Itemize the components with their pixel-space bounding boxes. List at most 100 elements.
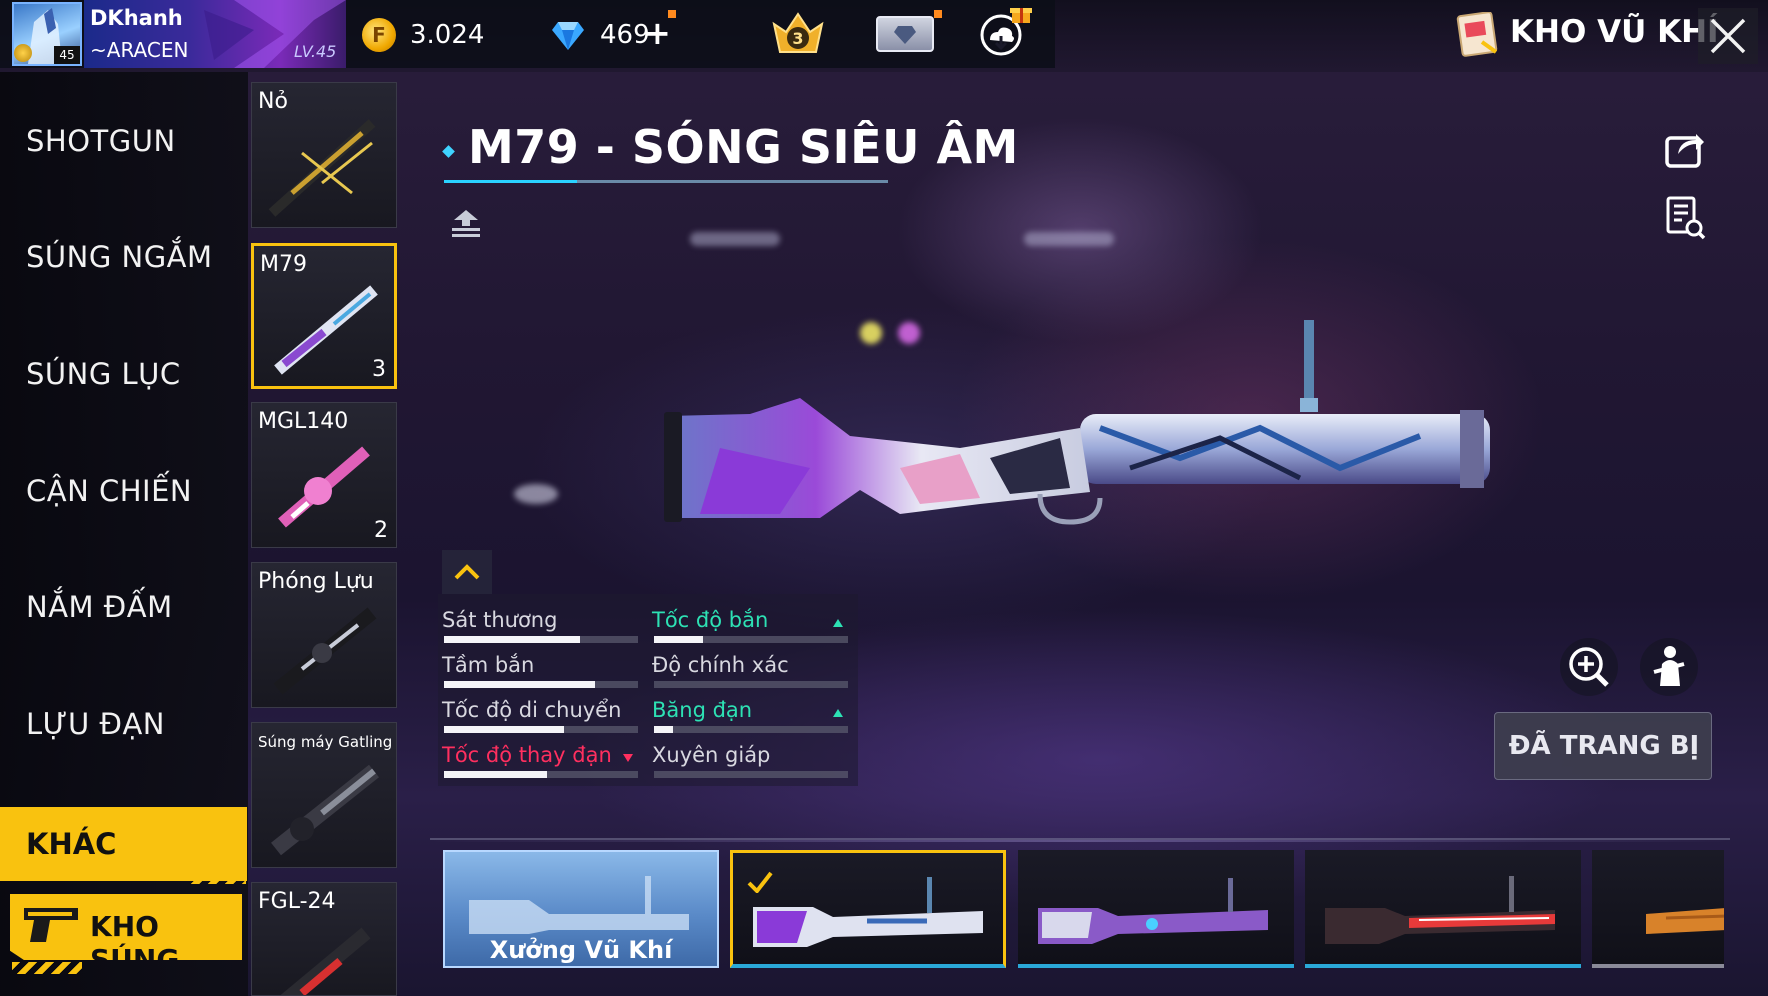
stat-label: Độ chính xác	[652, 653, 789, 677]
elite-pass-icon[interactable]	[876, 16, 934, 52]
player-name: DKhanh	[90, 6, 183, 30]
weapon-type-crossbow[interactable]: Nỏ	[251, 82, 397, 228]
stat-bar	[444, 771, 638, 778]
m79-skin-wood-icon	[1646, 908, 1724, 934]
hazard-stripe	[12, 962, 82, 974]
share-icon[interactable]	[1664, 128, 1706, 168]
stat-3: Độ chính xác	[648, 651, 848, 691]
weapon-type-fgl24[interactable]: FGL-24	[251, 882, 397, 996]
weapon-type-label: MGL140	[258, 409, 349, 434]
weapon-workshop-label: Xưởng Vũ Khí	[489, 936, 673, 964]
stat-1: Tốc độ bắn	[648, 606, 848, 646]
upgrade-icon[interactable]	[448, 206, 484, 242]
category-other-label: KHÁC	[26, 827, 117, 861]
gatling-icon	[271, 764, 379, 856]
workshop-weapon-silhouette-icon	[469, 876, 689, 934]
stat-decrease-icon	[623, 754, 633, 762]
weapon-preview[interactable]	[660, 318, 1520, 558]
stat-bar-fill	[444, 726, 565, 733]
stat-5: Băng đạn	[648, 696, 848, 736]
category-pistol[interactable]: SÚNG LỤC	[26, 357, 181, 391]
avatar-level: 45	[54, 46, 80, 64]
stat-0: Sát thương	[438, 606, 638, 646]
diamond-card-icon	[894, 26, 916, 44]
floor-line	[430, 840, 1730, 842]
category-melee[interactable]: CẬN CHIẾN	[26, 474, 192, 508]
diamond-amount: 469	[600, 20, 650, 50]
stat-label: Băng đạn	[652, 698, 753, 722]
collapse-stats-button[interactable]	[442, 550, 492, 594]
weapon-workshop-button[interactable]: Xưởng Vũ Khí	[443, 850, 719, 968]
avatar-badge-icon	[14, 44, 32, 62]
checkmark-icon	[747, 871, 773, 893]
stat-bar	[654, 771, 848, 778]
category-fist[interactable]: NẮM ĐẤM	[26, 590, 173, 624]
skin-option[interactable]	[1018, 850, 1294, 968]
pistol-icon	[24, 908, 78, 942]
weapon-type-label: Phóng Lựu	[258, 569, 374, 594]
skin-option[interactable]	[1305, 850, 1581, 968]
zoom-button[interactable]	[1560, 638, 1618, 696]
skin-option[interactable]	[1592, 850, 1724, 968]
gun-storage-button[interactable]: KHO SÚNG	[10, 894, 242, 960]
stat-label: Tốc độ bắn	[652, 608, 769, 632]
gift-icon	[1010, 8, 1032, 23]
stat-4: Tốc độ di chuyển	[438, 696, 638, 736]
stat-bar-fill	[444, 771, 547, 778]
player-tag: ~ARACEN	[90, 38, 189, 62]
skin-carousel-divider	[430, 838, 1730, 840]
weapon-type-m79[interactable]: M79 3	[251, 243, 397, 389]
weapon-type-gatling[interactable]: Súng máy Gatling	[251, 722, 397, 868]
stat-label: Xuyên giáp	[652, 743, 771, 767]
skin-option-selected[interactable]	[730, 850, 1006, 968]
stat-label: Tốc độ di chuyển	[442, 698, 622, 722]
weapon-type-mgl140[interactable]: MGL140 2	[251, 402, 397, 548]
weapon-title: M79 - SÓNG SIÊU ÂM	[468, 120, 1019, 174]
ceiling-light	[1024, 232, 1114, 246]
stat-bar-fill	[444, 681, 596, 688]
weapon-type-grenade-launcher[interactable]: Phóng Lựu	[251, 562, 397, 708]
rank-badge-icon[interactable]: 3	[770, 10, 826, 60]
crossbow-icon	[268, 119, 376, 217]
stat-bar-fill	[654, 636, 703, 643]
fgl24-icon	[280, 927, 371, 995]
topup-button[interactable]: +	[644, 14, 671, 52]
character-icon	[1653, 646, 1685, 686]
stat-bar-fill	[444, 636, 580, 643]
arsenal-book-icon	[1456, 12, 1498, 57]
stat-increase-icon	[833, 619, 843, 627]
page-title: KHO VŨ KHÍ	[1510, 14, 1719, 50]
character-preview-button[interactable]	[1640, 638, 1698, 696]
hazard-stripe	[186, 872, 246, 884]
diamond-icon	[552, 22, 584, 50]
category-other[interactable]: KHÁC	[0, 807, 247, 881]
category-grenade[interactable]: LỰU ĐẠN	[26, 707, 165, 741]
stat-6: Tốc độ thay đạn	[438, 741, 638, 781]
stat-bar	[444, 726, 638, 733]
stat-label: Sát thương	[442, 608, 558, 632]
weapon-type-label: FGL-24	[258, 889, 336, 914]
scene-light-white	[514, 484, 558, 504]
close-icon	[1710, 18, 1746, 54]
title-underline	[444, 180, 888, 183]
stat-7: Xuyên giáp	[648, 741, 848, 781]
stat-bar	[654, 681, 848, 688]
zoom-in-icon	[1569, 647, 1609, 687]
rank-number: 3	[792, 29, 803, 48]
stat-2: Tầm bắn	[438, 651, 638, 691]
player-level: LV.45	[294, 42, 337, 61]
grenade-launcher-icon	[273, 607, 377, 695]
close-button[interactable]	[1698, 8, 1758, 64]
weapon-skin-count: 2	[374, 518, 388, 543]
equipped-button[interactable]: ĐÃ TRANG BỊ	[1494, 712, 1712, 780]
gold-amount: 3.024	[410, 20, 485, 50]
top-bar: 45 DKhanh ~ARACEN LV.45 F 3.024 469 + 3	[0, 0, 1768, 72]
details-icon[interactable]	[1664, 196, 1706, 240]
notification-dot	[668, 10, 676, 18]
weapon-skin-count: 3	[372, 357, 386, 382]
m79-skin-sonic-icon	[753, 877, 983, 947]
category-shotgun[interactable]: SHOTGUN	[26, 124, 176, 158]
weapon-type-label: Súng máy Gatling	[258, 733, 393, 751]
stat-increase-icon	[833, 709, 843, 717]
category-sniper[interactable]: SÚNG NGẮM	[26, 240, 213, 274]
